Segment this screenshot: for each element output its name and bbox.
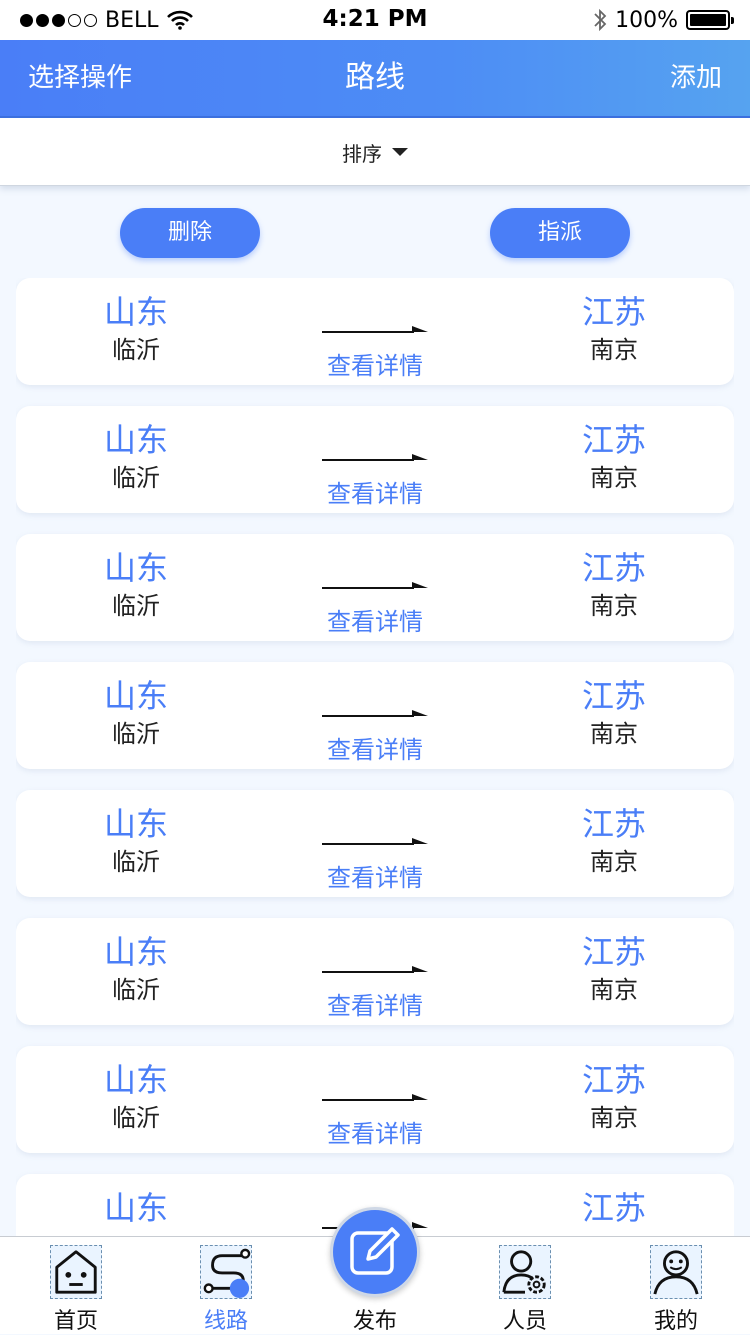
route-card[interactable]: 山东 临沂 查看详情 江苏 南京: [16, 278, 734, 385]
destination-province: 江苏: [581, 805, 646, 843]
destination: 江苏 南京: [494, 548, 734, 624]
tab-home-label: 首页: [53, 1309, 98, 1334]
origin-province: 山东: [103, 805, 168, 843]
destination: 江苏 南京: [494, 420, 734, 496]
destination: 江苏 南京: [494, 804, 734, 880]
route-card[interactable]: 山东 临沂 查看详情 江苏 南京: [16, 790, 734, 897]
origin-province: 山东: [103, 421, 168, 459]
origin-city: 临沂: [112, 592, 160, 620]
tab-people-label: 人员: [502, 1309, 547, 1334]
view-details-link[interactable]: 查看详情: [275, 602, 475, 637]
destination-province: 江苏: [581, 677, 646, 715]
destination-city: 南京: [590, 592, 638, 620]
battery-icon: [686, 10, 734, 30]
home-robot-icon: [50, 1245, 102, 1299]
tab-routes-label: 线路: [203, 1309, 248, 1334]
origin-province: 山东: [103, 293, 168, 331]
arrow-right-icon: [322, 582, 428, 589]
people-settings-icon: [499, 1245, 551, 1299]
route-card[interactable]: 山东 临沂 查看详情 江苏 南京: [16, 918, 734, 1025]
edit-icon: [350, 1227, 400, 1275]
destination: 江苏 南京: [494, 932, 734, 1008]
publish-button[interactable]: [330, 1207, 420, 1297]
origin-city: 临沂: [112, 848, 160, 876]
tab-mine[interactable]: 我的: [616, 1237, 736, 1335]
tab-home[interactable]: 首页: [16, 1237, 136, 1335]
origin-province: 山东: [103, 549, 168, 587]
arrow-right-icon: [322, 710, 428, 717]
origin-province: 山东: [103, 677, 168, 715]
origin: 山东 临沂: [16, 292, 256, 368]
add-button[interactable]: 添加: [670, 40, 722, 116]
destination: 江苏 南京: [494, 676, 734, 752]
view-details-link[interactable]: 查看详情: [275, 474, 475, 509]
origin-province: 山东: [103, 1189, 168, 1227]
destination-city: 南京: [590, 976, 638, 1004]
assign-button[interactable]: 指派: [490, 208, 630, 258]
origin: 山东 临沂: [16, 1060, 256, 1136]
destination-province: 江苏: [581, 421, 646, 459]
arrow-right-icon: [322, 838, 428, 845]
destination-city: 南京: [590, 720, 638, 748]
route-icon: [200, 1245, 252, 1299]
view-details-link[interactable]: 查看详情: [275, 986, 475, 1021]
view-details-link[interactable]: 查看详情: [275, 858, 475, 893]
origin: 山东 临沂: [16, 420, 256, 496]
tab-mine-label: 我的: [653, 1309, 698, 1334]
origin: 山东 临沂: [16, 548, 256, 624]
origin-city: 临沂: [112, 464, 160, 492]
delete-button[interactable]: 删除: [120, 208, 260, 258]
destination-city: 南京: [590, 464, 638, 492]
origin-city: 临沂: [112, 720, 160, 748]
arrow-right-icon: [322, 454, 428, 461]
destination-city: 南京: [590, 1104, 638, 1132]
destination-province: 江苏: [581, 1189, 646, 1227]
destination-city: 南京: [590, 848, 638, 876]
destination-province: 江苏: [581, 549, 646, 587]
origin-city: 临沂: [112, 1104, 160, 1132]
arrow-right-icon: [322, 326, 428, 333]
nav-bar: 选择操作 路线 添加: [0, 40, 750, 118]
origin: 山东 临沂: [16, 932, 256, 1008]
bluetooth-icon: [594, 8, 607, 32]
status-bar: BELL 4:21 PM 100%: [0, 0, 750, 40]
origin: 山东 临沂: [16, 676, 256, 752]
route-card[interactable]: 山东 临沂 查看详情 江苏 南京: [16, 534, 734, 641]
sort-bar: 排序: [0, 118, 750, 186]
tab-publish-label: 发布: [352, 1309, 397, 1334]
origin-province: 山东: [103, 1061, 168, 1099]
sort-label: 排序: [342, 141, 382, 166]
tab-bar: 首页 线路 发布 人员 我的: [0, 1207, 750, 1335]
user-icon: [650, 1245, 702, 1299]
origin-city: 临沂: [112, 336, 160, 364]
tab-people[interactable]: 人员: [465, 1237, 585, 1335]
route-card[interactable]: 山东 临沂 查看详情 江苏 南京: [16, 1046, 734, 1153]
destination-province: 江苏: [581, 1061, 646, 1099]
origin-city: 临沂: [112, 976, 160, 1004]
destination: 江苏 南京: [494, 1060, 734, 1136]
arrow-right-icon: [322, 966, 428, 973]
route-card[interactable]: 山东 临沂 查看详情 江苏 南京: [16, 662, 734, 769]
destination: 江苏 南京: [494, 292, 734, 368]
route-list[interactable]: 山东 临沂 查看详情 江苏 南京 山东 临沂 查看详情 江苏 南京 山东 临沂 …: [16, 278, 734, 1236]
origin-province: 山东: [103, 933, 168, 971]
route-card[interactable]: 山东 临沂 查看详情 江苏 南京: [16, 406, 734, 513]
battery-percent: 100%: [615, 7, 678, 33]
destination-province: 江苏: [581, 293, 646, 331]
tab-routes[interactable]: 线路: [166, 1237, 286, 1335]
view-details-link[interactable]: 查看详情: [275, 730, 475, 765]
destination: 江苏: [494, 1188, 734, 1228]
origin: 山东 临沂: [16, 804, 256, 880]
view-details-link[interactable]: 查看详情: [275, 346, 475, 381]
arrow-right-icon: [322, 1094, 428, 1101]
status-right: 100%: [593, 6, 734, 34]
destination-city: 南京: [590, 336, 638, 364]
origin: 山东: [16, 1188, 256, 1228]
destination-province: 江苏: [581, 933, 646, 971]
view-details-link[interactable]: 查看详情: [275, 1114, 475, 1149]
caret-down-icon: [392, 148, 408, 156]
page-title: 路线: [345, 60, 405, 95]
sort-dropdown[interactable]: 排序: [0, 118, 750, 186]
